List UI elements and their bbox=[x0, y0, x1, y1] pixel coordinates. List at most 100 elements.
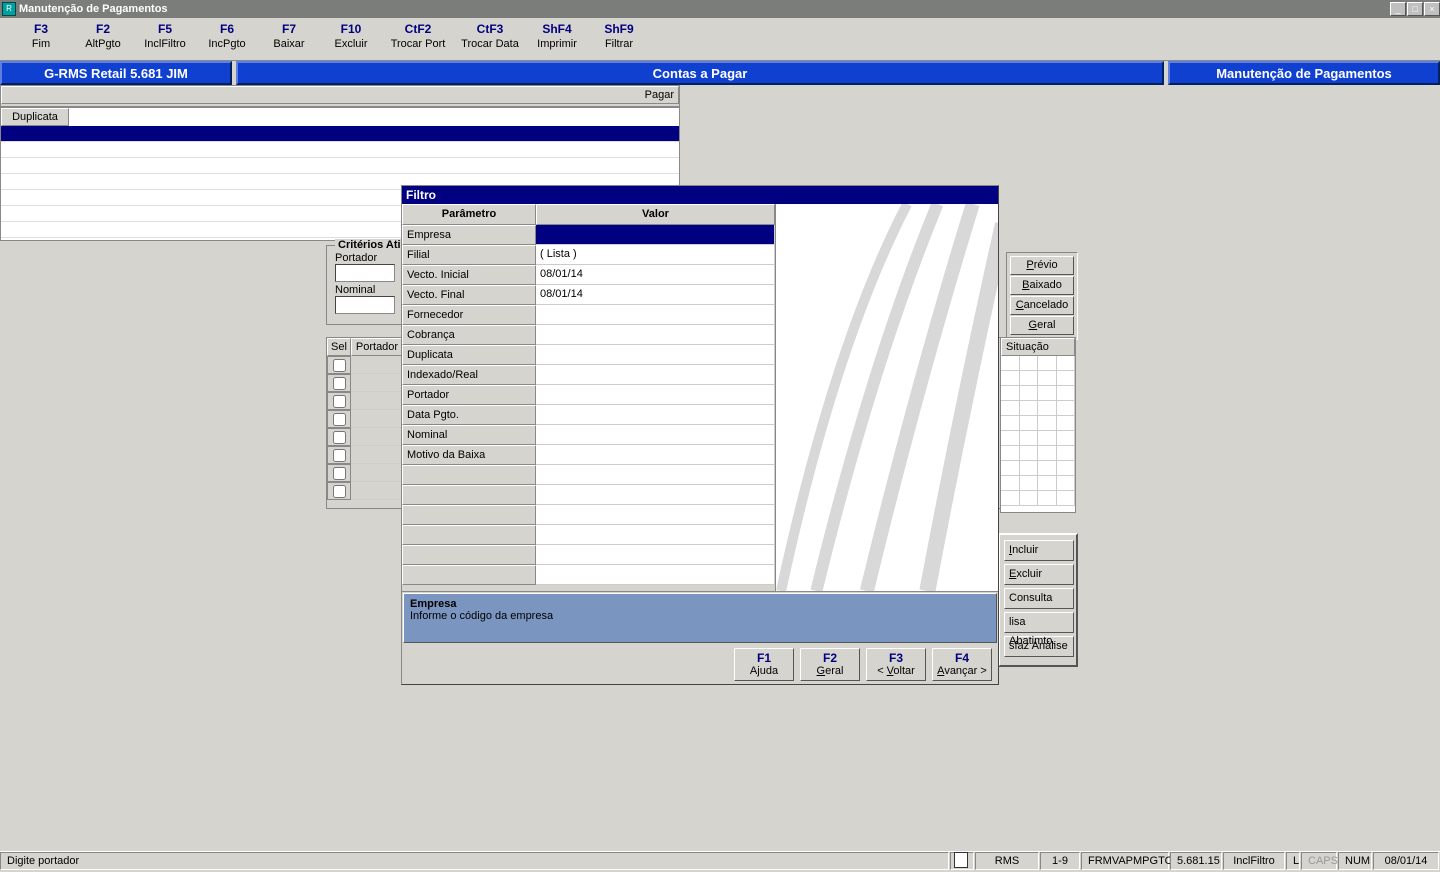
filtro-row-blank bbox=[402, 525, 775, 545]
banner-right: Manutenção de Pagamentos bbox=[1168, 61, 1440, 85]
status-filter-buttons: Prévio Baixado Cancelado Geral bbox=[1006, 252, 1078, 340]
banner-mid: Contas a Pagar bbox=[236, 61, 1164, 85]
filtro-row-blank bbox=[402, 505, 775, 525]
row-checkbox[interactable] bbox=[333, 467, 346, 480]
status-date: 08/01/14 bbox=[1373, 852, 1439, 870]
cancelado-button[interactable]: Cancelado bbox=[1010, 296, 1074, 315]
fk-f2-altpgto[interactable]: F2AltPgto bbox=[72, 22, 134, 60]
previo-button[interactable]: Prévio bbox=[1010, 256, 1074, 275]
geral-button[interactable]: Geral bbox=[1010, 316, 1074, 335]
status-version: 5.681.15 bbox=[1170, 852, 1222, 870]
situacao-header: Situação bbox=[1001, 338, 1075, 356]
filtro-row-nominal[interactable]: Nominal bbox=[402, 425, 775, 445]
fk-ctf3-trocardata[interactable]: CtF3Trocar Data bbox=[454, 22, 526, 60]
action-buttons: Incluir Excluir Consulta lisa Abatimto. … bbox=[998, 533, 1078, 667]
sfaz-analise-button[interactable]: sfaz Análise bbox=[1004, 636, 1074, 657]
duplicata-row[interactable] bbox=[1, 142, 679, 158]
row-checkbox[interactable] bbox=[333, 395, 346, 408]
filtro-f4-avancar[interactable]: F4Avançar > bbox=[932, 648, 992, 681]
pagar-header: Pagar bbox=[1, 86, 679, 104]
hint-title: Empresa bbox=[410, 598, 990, 610]
filtro-grid: Parâmetro Valor Empresa Filial( Lista ) … bbox=[402, 204, 776, 591]
fk-f10-excluir[interactable]: F10Excluir bbox=[320, 22, 382, 60]
copy-icon bbox=[956, 854, 968, 868]
filtro-dialog: Filtro Parâmetro Valor Empresa Filial( L… bbox=[401, 185, 999, 685]
fk-f3-fim[interactable]: F3Fim bbox=[10, 22, 72, 60]
filtro-row-empresa[interactable]: Empresa bbox=[402, 225, 775, 245]
row-checkbox[interactable] bbox=[333, 359, 346, 372]
filtro-row-blank bbox=[402, 565, 775, 585]
filtro-row-duplicata[interactable]: Duplicata bbox=[402, 345, 775, 365]
col-sel[interactable]: Sel bbox=[327, 338, 351, 356]
fk-f6-incpgto[interactable]: F6IncPgto bbox=[196, 22, 258, 60]
filtro-row-vecto-inicial[interactable]: Vecto. Inicial08/01/14 bbox=[402, 265, 775, 285]
nominal-input[interactable] bbox=[335, 296, 395, 314]
status-form: FRMVAPMPGTO bbox=[1081, 852, 1169, 870]
banner-left: G-RMS Retail 5.681 JIM bbox=[0, 61, 232, 85]
filtro-row-indexado-real[interactable]: Indexado/Real bbox=[402, 365, 775, 385]
duplicata-row[interactable] bbox=[1, 158, 679, 174]
maximize-button[interactable]: □ bbox=[1407, 2, 1423, 16]
status-message: Digite portador bbox=[0, 852, 949, 870]
filtro-row-fornecedor[interactable]: Fornecedor bbox=[402, 305, 775, 325]
status-copy-icon[interactable] bbox=[950, 852, 974, 870]
status-num: NUM bbox=[1338, 852, 1372, 870]
situacao-panel: Situação bbox=[1000, 337, 1076, 513]
row-checkbox[interactable] bbox=[333, 431, 346, 444]
filtro-row-blank bbox=[402, 465, 775, 485]
filtro-row-vecto-final[interactable]: Vecto. Final08/01/14 bbox=[402, 285, 775, 305]
col-valor: Valor bbox=[536, 204, 775, 225]
filtro-row-cobranca[interactable]: Cobrança bbox=[402, 325, 775, 345]
lisa-abatimto-button[interactable]: lisa Abatimto. bbox=[1004, 612, 1074, 633]
baixado-button[interactable]: Baixado bbox=[1010, 276, 1074, 295]
excluir-button[interactable]: Excluir bbox=[1004, 564, 1074, 585]
incluir-button[interactable]: Incluir bbox=[1004, 540, 1074, 561]
filtro-row-portador[interactable]: Portador bbox=[402, 385, 775, 405]
filtro-f3-voltar[interactable]: F3< Voltar bbox=[866, 648, 926, 681]
filtro-row-filial[interactable]: Filial( Lista ) bbox=[402, 245, 775, 265]
filtro-buttons: F1Ajuda F2Geral F3< Voltar F4Avançar > bbox=[402, 644, 998, 685]
col-portador[interactable]: Portador bbox=[351, 338, 403, 356]
row-checkbox[interactable] bbox=[333, 485, 346, 498]
fk-ctf2-trocarport[interactable]: CtF2Trocar Port bbox=[382, 22, 454, 60]
pagar-panel: Pagar bbox=[0, 85, 680, 107]
app-icon: R bbox=[2, 2, 16, 16]
consulta-button[interactable]: Consulta bbox=[1004, 588, 1074, 609]
fk-f5-inclfiltro[interactable]: F5InclFiltro bbox=[134, 22, 196, 60]
close-button[interactable]: × bbox=[1424, 2, 1440, 16]
window-title-bar: R Manutenção de Pagamentos _ □ × bbox=[0, 0, 1440, 18]
col-duplicata[interactable]: Duplicata bbox=[1, 108, 69, 126]
criterios-legend: Critérios Ati bbox=[335, 239, 404, 251]
filtro-row-data-pgto[interactable]: Data Pgto. bbox=[402, 405, 775, 425]
portador-input[interactable] bbox=[335, 264, 395, 282]
fk-shf9-filtrar[interactable]: ShF9Filtrar bbox=[588, 22, 650, 60]
col-parametro: Parâmetro bbox=[402, 204, 536, 225]
minimize-button[interactable]: _ bbox=[1390, 2, 1406, 16]
status-app: RMS bbox=[975, 852, 1039, 870]
status-range: 1-9 bbox=[1040, 852, 1080, 870]
function-key-toolbar: F3Fim F2AltPgto F5InclFiltro F6IncPgto F… bbox=[0, 18, 1440, 61]
filtro-row-blank bbox=[402, 545, 775, 565]
fk-shf4-imprimir[interactable]: ShF4Imprimir bbox=[526, 22, 588, 60]
filtro-title: Filtro bbox=[402, 186, 998, 204]
section-banner: G-RMS Retail 5.681 JIM Contas a Pagar Ma… bbox=[0, 61, 1440, 85]
status-bar: Digite portador RMS 1-9 FRMVAPMPGTO 5.68… bbox=[0, 851, 1440, 871]
filtro-row-motivo-baixa[interactable]: Motivo da Baixa bbox=[402, 445, 775, 465]
filtro-row-blank bbox=[402, 485, 775, 505]
row-checkbox[interactable] bbox=[333, 377, 346, 390]
hint-desc: Informe o código da empresa bbox=[410, 610, 990, 622]
status-caps: CAPS bbox=[1301, 852, 1337, 870]
fk-f7-baixar[interactable]: F7Baixar bbox=[258, 22, 320, 60]
status-l: L bbox=[1286, 852, 1300, 870]
row-checkbox[interactable] bbox=[333, 413, 346, 426]
filtro-f1-ajuda[interactable]: F1Ajuda bbox=[734, 648, 794, 681]
situacao-grid bbox=[1001, 356, 1075, 506]
window-title: Manutenção de Pagamentos bbox=[19, 3, 1389, 15]
filtro-hint: Empresa Informe o código da empresa bbox=[403, 593, 997, 643]
filtro-f2-geral[interactable]: F2Geral bbox=[800, 648, 860, 681]
filtro-graphic bbox=[776, 204, 998, 591]
row-checkbox[interactable] bbox=[333, 449, 346, 462]
status-mode: InclFiltro bbox=[1223, 852, 1285, 870]
main-area: Critérios Ati Portador Nominal Sel Porta… bbox=[0, 85, 1440, 827]
duplicata-row-selected[interactable] bbox=[1, 126, 679, 142]
